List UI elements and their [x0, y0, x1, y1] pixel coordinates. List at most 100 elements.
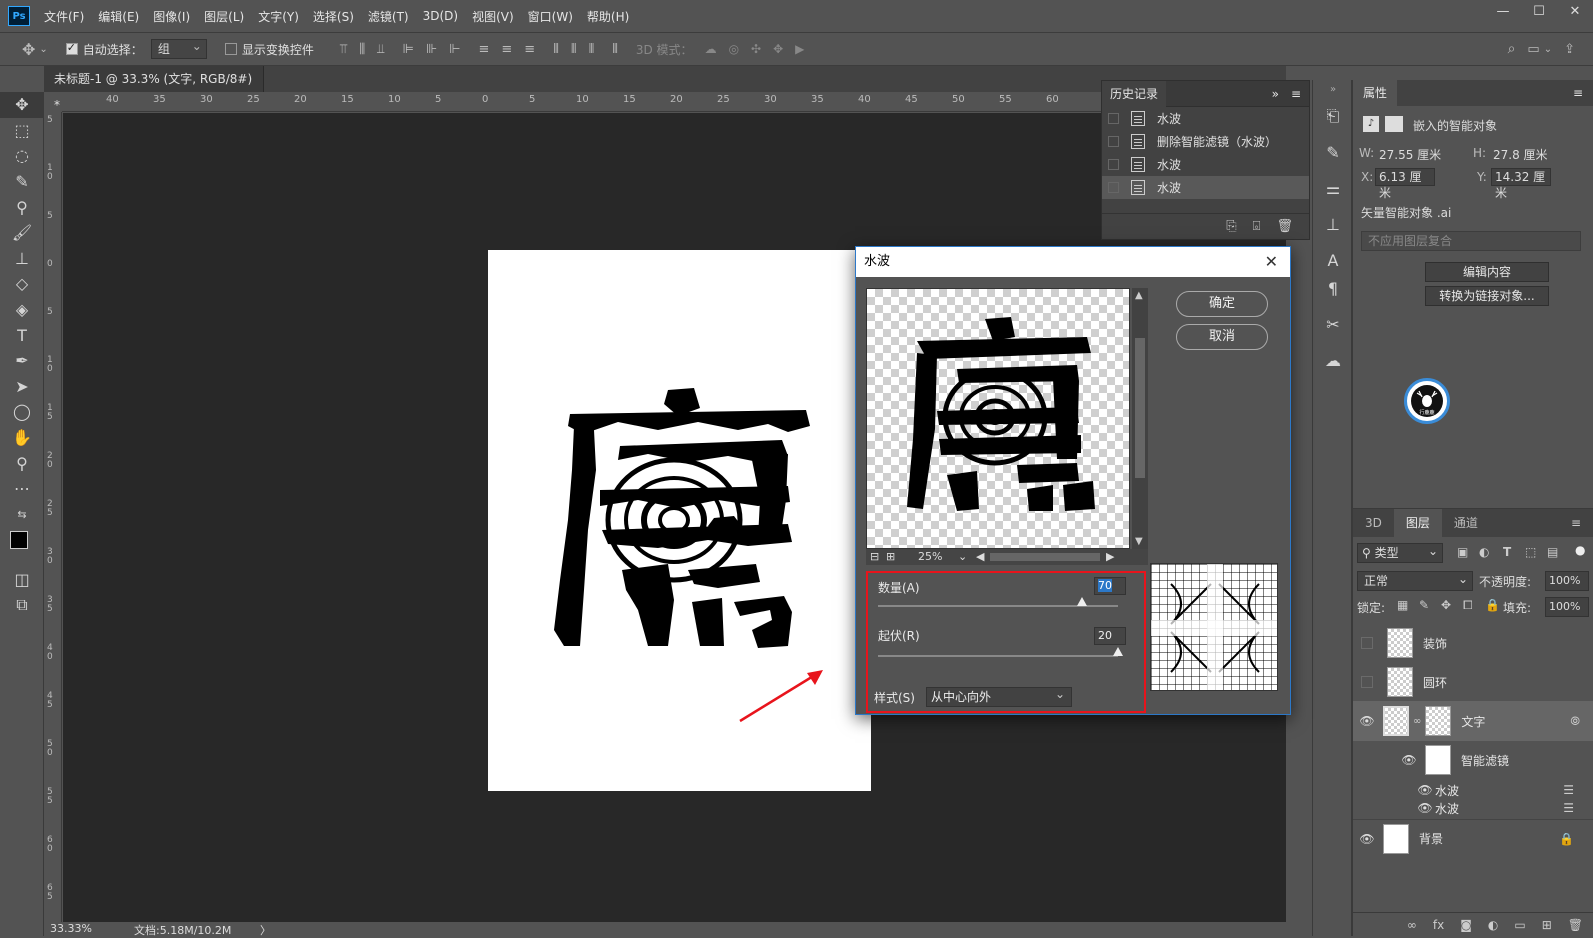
eye-icon[interactable]: 👁 — [1415, 783, 1435, 797]
history-panel-icon[interactable]: ⎗ — [1313, 98, 1353, 134]
tab-layers[interactable]: 图层 — [1393, 509, 1442, 537]
snapshot-source-checkbox[interactable] — [1108, 136, 1119, 147]
menu-3d[interactable]: 3D(D) — [423, 9, 458, 23]
distribute-hcenter-icon[interactable]: ⦀ — [571, 42, 577, 57]
filter-kind-dropdown[interactable]: ⚲ 类型 ⌄ — [1357, 543, 1443, 563]
adjustments-icon[interactable]: ⚌ — [1313, 170, 1353, 206]
align-left-icon[interactable]: ⊫ — [402, 42, 413, 57]
minimize-icon[interactable]: — — [1485, 0, 1521, 24]
link-layers-icon[interactable]: ∞ — [1407, 918, 1417, 932]
auto-select-checkbox[interactable] — [65, 41, 78, 55]
layer-name[interactable]: 装饰 — [1423, 635, 1447, 652]
cancel-button[interactable]: 取消 — [1176, 324, 1268, 350]
layer-name[interactable]: 圆环 — [1423, 674, 1447, 691]
visibility-toggle[interactable] — [1361, 637, 1373, 649]
layer-row-decoration[interactable]: 装饰 — [1353, 624, 1593, 662]
close-window-icon[interactable]: ✕ — [1557, 0, 1593, 24]
lock-transparency-icon[interactable]: ▦ — [1397, 598, 1408, 612]
properties-menu-icon[interactable]: ≡ — [1573, 80, 1583, 106]
pen-tool-icon[interactable]: ✒ — [0, 348, 44, 374]
layer-row-background[interactable]: 👁 背景 🔒 — [1353, 819, 1593, 857]
scroll-thumb[interactable] — [1135, 338, 1145, 478]
scroll-up-icon[interactable]: ▲ — [1135, 290, 1143, 301]
layer-name[interactable]: 背景 — [1419, 830, 1443, 847]
align-right-icon[interactable]: ⊩ — [449, 42, 460, 57]
layer-name[interactable]: 文字 — [1461, 713, 1485, 730]
collapse-strip-icon[interactable]: » — [1313, 80, 1353, 98]
history-state[interactable]: 水波 — [1102, 107, 1309, 130]
distribute-vcenter-icon[interactable]: ≡ — [501, 42, 512, 57]
snapshot-source-checkbox[interactable] — [1108, 159, 1119, 170]
amount-slider-knob[interactable] — [1077, 597, 1087, 606]
distribute-bottom-icon[interactable]: ≡ — [524, 42, 535, 57]
link-icon[interactable]: ∞ — [1413, 716, 1421, 727]
history-tab[interactable]: 历史记录 — [1102, 81, 1167, 107]
delete-layer-icon[interactable]: 🗑 — [1568, 918, 1583, 932]
menu-help[interactable]: 帮助(H) — [587, 8, 629, 25]
edit-contents-button[interactable]: 编辑内容 — [1425, 262, 1549, 282]
move-tool-icon[interactable]: ✥ — [0, 92, 44, 118]
panel-expand-icon[interactable]: » — [1272, 81, 1279, 107]
adjustment-layer-icon[interactable]: ◐ — [1488, 918, 1498, 932]
history-state[interactable]: 水波 — [1102, 176, 1309, 199]
visibility-toggle[interactable] — [1361, 676, 1373, 688]
distribute-top-icon[interactable]: ≡ — [478, 42, 489, 57]
zoom-dropdown-icon[interactable]: ⌄ — [958, 549, 967, 565]
tab-channels[interactable]: 通道 — [1442, 509, 1490, 537]
x-input[interactable]: 6.13 厘米 — [1375, 168, 1435, 200]
path-select-tool-icon[interactable]: ➤ — [0, 374, 44, 400]
lasso-tool-icon[interactable]: ◌ — [0, 143, 44, 169]
menu-select[interactable]: 选择(S) — [313, 8, 354, 25]
brush-tool-icon[interactable]: 🖌 — [0, 220, 44, 246]
paint-bucket-tool-icon[interactable]: ◈ — [0, 297, 44, 323]
dialog-titlebar[interactable]: 水波 ✕ — [856, 247, 1290, 277]
lock-all-icon[interactable]: 🔒 — [1485, 598, 1500, 612]
zoom-out-icon[interactable]: ⊟ — [870, 549, 879, 565]
width-value[interactable]: 27.55 厘米 — [1379, 146, 1441, 163]
menu-edit[interactable]: 编辑(E) — [98, 8, 139, 25]
ridges-slider-knob[interactable] — [1113, 647, 1123, 656]
eyedropper-tool-icon[interactable]: ⚲ — [0, 194, 44, 220]
auto-align-icon[interactable]: ⫴ — [612, 42, 617, 57]
share-icon[interactable]: ⇪ — [1564, 42, 1575, 57]
layer-row-ring[interactable]: 圆环 — [1353, 663, 1593, 701]
eye-icon[interactable]: 👁 — [1399, 753, 1419, 767]
paragraph-icon[interactable]: ¶ — [1313, 270, 1353, 306]
workspace-icon[interactable]: ▭ — [1527, 42, 1539, 57]
type-tool-icon[interactable]: T — [0, 322, 44, 348]
menu-filter[interactable]: 滤镜(T) — [368, 8, 409, 25]
distribute-left-icon[interactable]: ⦀ — [553, 42, 559, 57]
auto-select-dropdown[interactable]: 组 — [150, 37, 207, 59]
align-bottom-icon[interactable]: ⫫ — [377, 42, 384, 57]
y-input[interactable]: 14.32 厘米 — [1491, 168, 1551, 200]
menu-file[interactable]: 文件(F) — [44, 8, 84, 25]
filter-row-ripple[interactable]: 👁 水波 ☰ — [1353, 781, 1593, 799]
zoom-in-icon[interactable]: ⊞ — [886, 549, 895, 565]
tab-3d[interactable]: 3D — [1353, 509, 1394, 537]
panel-menu-icon[interactable]: ≡ — [1291, 81, 1301, 107]
smart-filters-row[interactable]: 👁 智能滤镜 — [1353, 741, 1593, 779]
align-top-icon[interactable]: ⫪ — [340, 42, 347, 57]
snapshot-camera-icon[interactable]: ⌻ — [1253, 219, 1261, 234]
workspace-chevron-icon[interactable]: ⌄ — [1544, 44, 1552, 55]
filter-adjustment-icon[interactable]: ◐ — [1479, 545, 1489, 559]
menu-view[interactable]: 视图(V) — [472, 8, 514, 25]
zoom-tool-icon[interactable]: ⚲ — [0, 450, 44, 476]
ok-button[interactable]: 确定 — [1176, 291, 1268, 317]
filter-row-ripple[interactable]: 👁 水波 ☰ — [1353, 799, 1593, 817]
document-tab[interactable]: 未标题-1 @ 33.3% (文字, RGB/8#) *× — [44, 66, 264, 112]
menu-layer[interactable]: 图层(L) — [204, 8, 244, 25]
move-tool-icon[interactable]: ✥ — [22, 40, 35, 59]
style-dropdown[interactable]: 从中心向外 — [926, 685, 1072, 707]
scroll-right-icon[interactable]: ▶ — [1106, 549, 1114, 565]
preview-scrollbar-vertical[interactable]: ▲ ▼ — [1132, 288, 1148, 549]
foreground-color[interactable] — [10, 531, 28, 550]
horizontal-scroll-thumb[interactable] — [990, 553, 1100, 561]
libraries-icon[interactable]: ☁ — [1313, 342, 1353, 378]
tool-preset-chevron-icon[interactable]: ⌄ — [39, 44, 47, 55]
filter-name[interactable]: 水波 — [1435, 782, 1459, 799]
filter-pixel-icon[interactable]: ▣ — [1457, 545, 1468, 559]
align-hcenter-icon[interactable]: ⊪ — [426, 42, 437, 57]
filter-toggle-icon[interactable]: ● — [1575, 543, 1585, 557]
new-document-from-state-icon[interactable]: ⎘ — [1226, 219, 1236, 234]
